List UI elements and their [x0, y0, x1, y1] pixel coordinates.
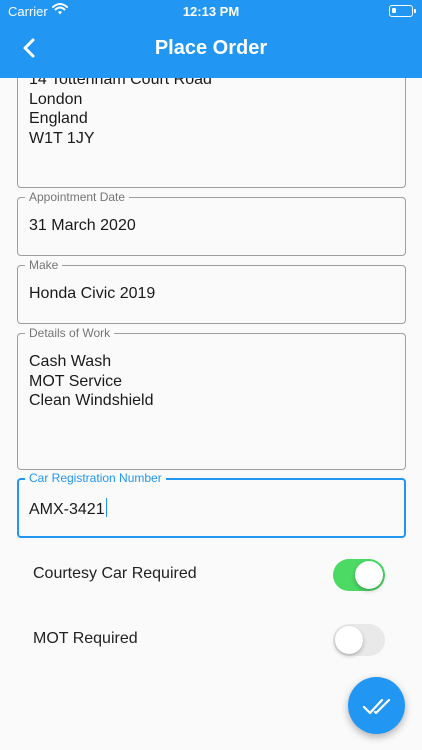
status-bar: Carrier 12:13 PM — [0, 0, 422, 22]
submit-order-button[interactable] — [348, 677, 405, 734]
status-time: 12:13 PM — [182, 4, 240, 19]
car-registration-label: Car Registration Number — [25, 471, 166, 485]
mot-required-label: MOT Required — [33, 630, 138, 647]
courtesy-car-row: Courtesy Car Required — [0, 555, 422, 595]
mot-required-toggle[interactable] — [333, 624, 385, 656]
courtesy-car-toggle[interactable] — [333, 559, 385, 591]
toggle-knob — [335, 626, 363, 654]
make-field[interactable]: Make Honda Civic 2019 — [17, 258, 406, 324]
toggle-knob — [355, 561, 383, 589]
details-of-work-label: Details of Work — [25, 326, 115, 340]
text-cursor — [105, 498, 107, 517]
details-of-work-field[interactable]: Details of Work Cash Wash MOT Service Cl… — [17, 326, 406, 470]
courtesy-car-label: Courtesy Car Required — [33, 565, 197, 582]
details-of-work-value: Cash Wash MOT Service Clean Windshield — [29, 353, 154, 409]
page-title: Place Order — [154, 37, 268, 59]
car-registration-field[interactable]: Car Registration Number AMX-3421 — [17, 471, 406, 538]
app-header: Carrier 12:13 PM Place Order — [0, 0, 422, 78]
appointment-date-label: Appointment Date — [25, 190, 130, 204]
address-value: 14 Tottenham Court Road London England W… — [29, 71, 212, 147]
mot-required-row: MOT Required — [0, 620, 422, 660]
make-value: Honda Civic 2019 — [29, 285, 156, 302]
appointment-date-field[interactable]: Appointment Date 31 March 2020 — [17, 190, 406, 256]
battery-icon — [389, 5, 416, 17]
appointment-date-value: 31 March 2020 — [29, 217, 136, 234]
done-all-icon — [362, 698, 391, 715]
make-label: Make — [25, 258, 63, 272]
car-registration-input[interactable]: AMX-3421 — [29, 498, 107, 520]
car-registration-value: AMX-3421 — [29, 501, 105, 518]
